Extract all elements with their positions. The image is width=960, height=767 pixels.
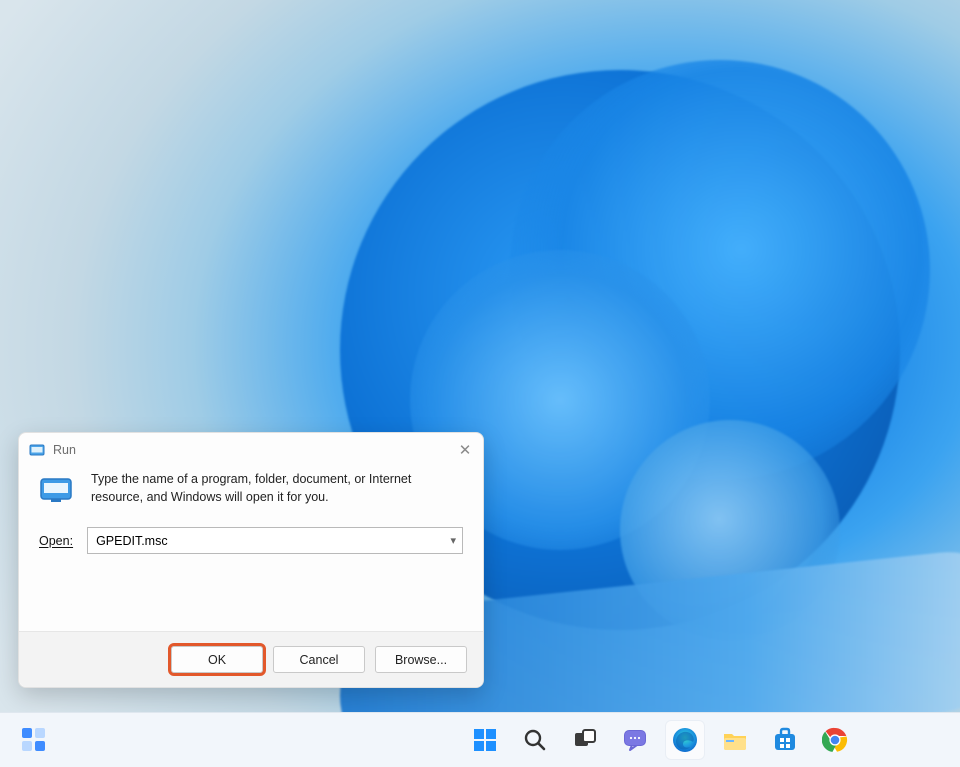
taskbar-center [60, 720, 960, 760]
run-button-row: OK Cancel Browse... [19, 631, 483, 687]
run-titlebar[interactable]: Run ✕ [19, 433, 483, 467]
task-view-icon[interactable] [565, 720, 605, 760]
chevron-down-icon[interactable]: ▾ [444, 534, 456, 547]
start-icon[interactable] [465, 720, 505, 760]
browse-button[interactable]: Browse... [375, 646, 467, 673]
open-combobox[interactable]: ▾ [87, 527, 463, 554]
run-app-icon [29, 442, 45, 458]
close-icon[interactable]: ✕ [457, 441, 473, 459]
run-dialog: Run ✕ Type the name of a program, folder… [18, 432, 484, 688]
search-icon[interactable] [515, 720, 555, 760]
microsoft-store-icon[interactable] [765, 720, 805, 760]
taskbar [0, 712, 960, 767]
chrome-icon[interactable] [815, 720, 855, 760]
cancel-button[interactable]: Cancel [273, 646, 365, 673]
file-explorer-icon[interactable] [715, 720, 755, 760]
widgets-icon[interactable] [14, 720, 54, 760]
chat-icon[interactable] [615, 720, 655, 760]
ok-button[interactable]: OK [171, 646, 263, 673]
run-title: Run [53, 443, 76, 457]
open-label: Open: [39, 534, 73, 548]
edge-icon[interactable] [665, 720, 705, 760]
run-description: Type the name of a program, folder, docu… [91, 471, 463, 506]
open-input[interactable] [96, 534, 444, 548]
run-large-icon [39, 473, 73, 507]
